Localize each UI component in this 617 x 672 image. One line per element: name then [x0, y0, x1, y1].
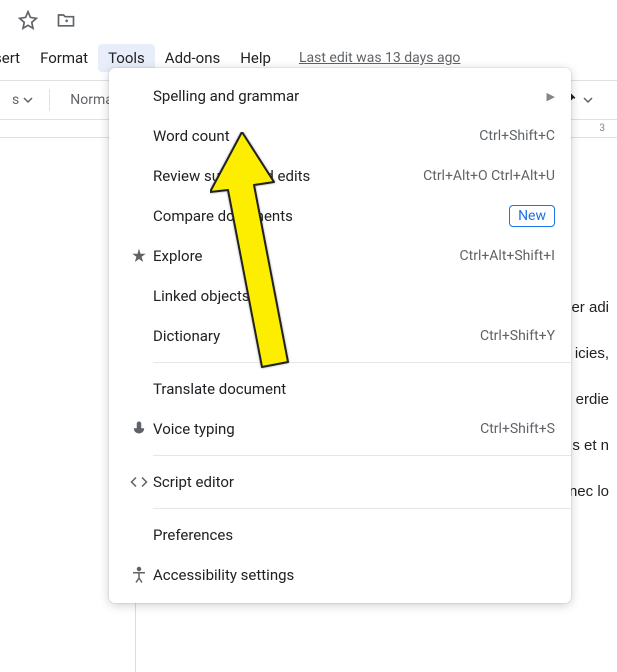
chevron-down-icon	[23, 95, 33, 105]
menu-preferences[interactable]: Preferences	[109, 515, 571, 555]
code-icon	[125, 473, 153, 491]
menu-voice-typing[interactable]: Voice typing Ctrl+Shift+S	[109, 409, 571, 449]
menu-explore[interactable]: Explore Ctrl+Alt+Shift+I	[109, 236, 571, 276]
menu-item-label: Compare documents	[153, 207, 509, 225]
menu-separator	[153, 508, 571, 509]
accessibility-icon	[125, 566, 153, 584]
menu-item-label: Linked objects	[153, 287, 555, 305]
menu-item-label: Translate document	[153, 380, 555, 398]
submenu-arrow-icon: ▶	[547, 90, 555, 103]
menu-insert[interactable]: sert	[0, 44, 30, 72]
doc-text-fragment: icies,	[575, 345, 609, 362]
toolbar-styles-dropdown[interactable]: s	[0, 92, 39, 108]
menu-item-label: Preferences	[153, 526, 555, 544]
menu-item-shortcut: Ctrl+Shift+C	[479, 128, 555, 144]
menu-item-shortcut: Ctrl+Alt+Shift+I	[460, 248, 555, 264]
tools-dropdown-menu: Spelling and grammar ▶ Word count Ctrl+S…	[109, 68, 571, 603]
chevron-down-icon	[583, 95, 593, 105]
ruler-mark: 3	[599, 123, 605, 134]
doc-text-fragment: er adi	[571, 299, 609, 316]
menu-compare-documents[interactable]: Compare documents New	[109, 196, 571, 236]
menu-item-shortcut: Ctrl+Alt+O Ctrl+Alt+U	[423, 168, 555, 184]
menu-separator	[153, 455, 571, 456]
menu-separator	[153, 362, 571, 363]
menu-linked-objects[interactable]: Linked objects	[109, 276, 571, 316]
menu-word-count[interactable]: Word count Ctrl+Shift+C	[109, 116, 571, 156]
menu-item-label: Dictionary	[153, 327, 480, 345]
doc-text-fragment: erdie	[576, 391, 609, 408]
menu-accessibility[interactable]: Accessibility settings	[109, 555, 571, 595]
menu-dictionary[interactable]: Dictionary Ctrl+Shift+Y	[109, 316, 571, 356]
menu-translate[interactable]: Translate document	[109, 369, 571, 409]
explore-icon	[125, 247, 153, 265]
menu-spelling-grammar[interactable]: Spelling and grammar ▶	[109, 76, 571, 116]
menu-item-label: Voice typing	[153, 420, 480, 438]
doc-text-fragment: s et n	[572, 437, 609, 454]
menu-item-label: Explore	[153, 247, 460, 265]
menu-format[interactable]: Format	[30, 44, 98, 72]
star-icon[interactable]	[18, 10, 38, 34]
new-badge: New	[509, 205, 555, 227]
menu-review-suggested[interactable]: Review suggested edits Ctrl+Alt+O Ctrl+A…	[109, 156, 571, 196]
menu-item-label: Spelling and grammar	[153, 87, 547, 105]
menu-item-shortcut: Ctrl+Shift+S	[480, 421, 555, 437]
last-edit-link[interactable]: Last edit was 13 days ago	[299, 50, 460, 66]
move-folder-icon[interactable]	[56, 10, 76, 34]
doc-text-fragment: nec lo	[569, 483, 609, 500]
menu-item-shortcut: Ctrl+Shift+Y	[480, 328, 555, 344]
mic-icon	[125, 420, 153, 438]
menu-item-label: Script editor	[153, 473, 555, 491]
menu-item-label: Review suggested edits	[153, 167, 423, 185]
menu-script-editor[interactable]: Script editor	[109, 462, 571, 502]
menu-item-label: Word count	[153, 127, 479, 145]
menu-item-label: Accessibility settings	[153, 566, 555, 584]
